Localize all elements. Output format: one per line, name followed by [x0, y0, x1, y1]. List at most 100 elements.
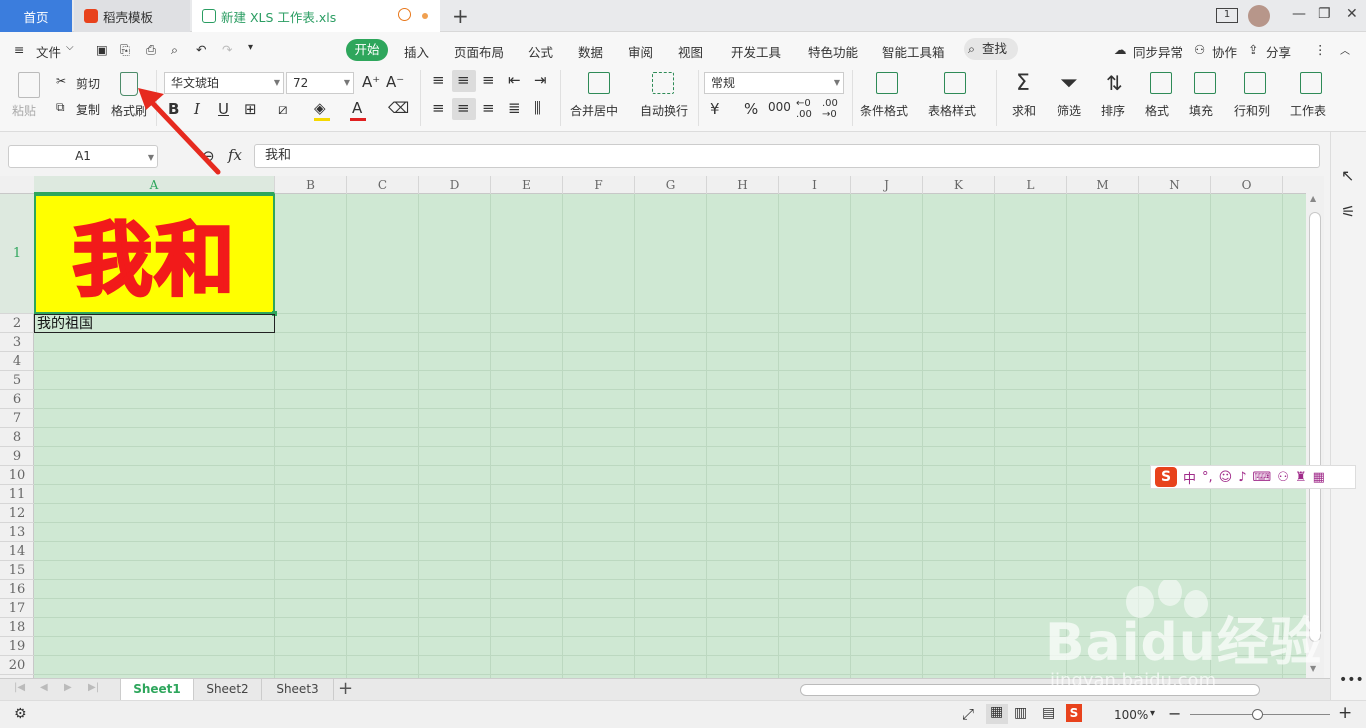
chevron-down-icon[interactable]: ⌵: [66, 42, 74, 53]
row-header-4[interactable]: 4: [0, 352, 34, 371]
undo-icon[interactable]: ↶: [196, 42, 206, 57]
worksheet-button[interactable]: 工作表: [1290, 102, 1326, 119]
column-header-g[interactable]: G: [635, 176, 707, 194]
align-middle-button[interactable]: ≡: [452, 70, 476, 92]
chevron-down-icon[interactable]: ▾: [1150, 708, 1155, 719]
fx-icon[interactable]: fx: [228, 146, 242, 164]
cell-a2[interactable]: 我的祖国: [34, 314, 275, 333]
auto-wrap-button[interactable]: 自动换行: [640, 102, 688, 119]
shirt-icon[interactable]: ♜: [1295, 470, 1307, 485]
column-header-i[interactable]: I: [779, 176, 851, 194]
indent-decrease-icon[interactable]: ⇤: [508, 71, 521, 89]
table-style-icon[interactable]: [944, 72, 966, 94]
merge-center-icon[interactable]: [588, 72, 610, 94]
row-header-5[interactable]: 5: [0, 371, 34, 390]
share-icon[interactable]: ⇪: [1248, 42, 1258, 57]
menu-developer-tools[interactable]: 开发工具: [731, 42, 781, 61]
copy-icon[interactable]: ⧉: [56, 100, 65, 115]
collab-button[interactable]: 协作: [1212, 42, 1237, 61]
sheet-tab-sheet1[interactable]: Sheet1: [120, 679, 194, 701]
column-header-j[interactable]: J: [851, 176, 923, 194]
row-header-10[interactable]: 10: [0, 466, 34, 485]
row-header-9[interactable]: 9: [0, 447, 34, 466]
sogou-tray-icon[interactable]: S: [1066, 704, 1082, 722]
menu-review[interactable]: 审阅: [628, 42, 653, 61]
first-sheet-icon[interactable]: |◀: [14, 682, 25, 693]
row-header-8[interactable]: 8: [0, 428, 34, 447]
next-sheet-icon[interactable]: ▶: [64, 682, 72, 693]
align-right-icon[interactable]: ≡: [482, 99, 495, 117]
emoji-icon[interactable]: ☺: [1219, 470, 1233, 485]
conditional-format-button[interactable]: 条件格式: [860, 102, 908, 119]
tab-daoke-templates[interactable]: 稻壳模板: [74, 0, 190, 32]
increase-decimal-icon[interactable]: ←0.00: [796, 98, 812, 120]
fill-icon[interactable]: [1194, 72, 1216, 94]
vertical-scroll-thumb[interactable]: [1309, 212, 1321, 642]
thousands-icon[interactable]: 000: [768, 100, 791, 114]
add-sheet-button[interactable]: +: [338, 678, 353, 699]
format-icon[interactable]: [1150, 72, 1172, 94]
menu-special-features[interactable]: 特色功能: [808, 42, 858, 61]
worksheet-icon[interactable]: [1300, 72, 1322, 94]
ime-mode[interactable]: 中: [1183, 468, 1196, 487]
row-header-17[interactable]: 17: [0, 599, 34, 618]
save-icon[interactable]: ▣: [96, 42, 108, 57]
hamburger-icon[interactable]: ≡: [14, 42, 24, 57]
merge-center-button[interactable]: 合并居中: [570, 102, 618, 119]
scissors-icon[interactable]: ✂: [56, 74, 66, 88]
row-header-19[interactable]: 19: [0, 637, 34, 656]
row-header-12[interactable]: 12: [0, 504, 34, 523]
column-header-m[interactable]: M: [1067, 176, 1139, 194]
minimize-icon[interactable]: —: [1292, 6, 1306, 22]
page-count-icon[interactable]: 1: [1216, 8, 1238, 23]
row-header-1[interactable]: 1: [0, 194, 34, 314]
prev-sheet-icon[interactable]: ◀: [40, 682, 48, 693]
menu-view[interactable]: 视图: [678, 42, 703, 61]
decrease-decimal-icon[interactable]: .00 →0: [822, 98, 838, 120]
sogou-logo[interactable]: S: [1155, 467, 1177, 487]
currency-icon[interactable]: ¥: [710, 100, 720, 118]
sum-icon[interactable]: Σ: [1016, 71, 1030, 96]
tab-current-file[interactable]: 新建 XLS 工作表.xls: [192, 0, 440, 32]
paste-icon[interactable]: [18, 72, 40, 98]
column-header-b[interactable]: B: [275, 176, 347, 194]
align-bottom-icon[interactable]: ≡: [482, 71, 495, 89]
fullscreen-icon[interactable]: ⤢: [962, 705, 974, 723]
fill-color-icon[interactable]: ◈: [314, 99, 326, 117]
skin-icon[interactable]: ⚇: [1277, 470, 1289, 485]
merge-style-icon[interactable]: ⧄: [278, 100, 288, 118]
zoom-in-icon[interactable]: +: [1338, 703, 1352, 723]
share-button[interactable]: 分享: [1266, 42, 1291, 61]
borders-icon[interactable]: ⊞: [244, 100, 257, 118]
column-header-a[interactable]: A: [34, 176, 275, 194]
warning-icon[interactable]: [398, 8, 411, 21]
menu-data[interactable]: 数据: [578, 42, 603, 61]
cell-a1[interactable]: 我和: [34, 194, 275, 314]
quick-access-more-icon[interactable]: ▾: [248, 42, 253, 53]
file-menu[interactable]: 文件: [36, 42, 61, 61]
macro-record-icon[interactable]: ⚙: [14, 706, 27, 722]
more-icon[interactable]: ⋮: [1314, 42, 1327, 57]
underline-icon[interactable]: U: [218, 100, 229, 118]
user-icon[interactable]: ⚇: [1194, 42, 1205, 57]
sort-icon[interactable]: ⇅: [1106, 71, 1123, 95]
bold-icon[interactable]: B: [168, 100, 179, 118]
tab-home[interactable]: 首页: [0, 0, 72, 32]
punctuation-icon[interactable]: °,: [1202, 470, 1213, 485]
format-button[interactable]: 格式: [1145, 102, 1169, 119]
indent-increase-icon[interactable]: ⇥: [534, 71, 547, 89]
print-icon[interactable]: ⎙: [146, 42, 156, 58]
paste-button[interactable]: 粘贴: [12, 102, 36, 119]
menu-smart-toolbox[interactable]: 智能工具箱: [882, 42, 945, 61]
zoom-formula-icon[interactable]: ⊖: [202, 147, 215, 165]
keyboard-icon[interactable]: ⌨: [1253, 470, 1272, 485]
row-header-14[interactable]: 14: [0, 542, 34, 561]
filter-icon[interactable]: ⏷: [1060, 71, 1078, 96]
export-icon[interactable]: ⎘: [120, 42, 130, 58]
row-header-18[interactable]: 18: [0, 618, 34, 637]
cloud-sync-icon[interactable]: ☁: [1114, 42, 1127, 57]
redo-icon[interactable]: ↷: [222, 42, 232, 57]
row-header-13[interactable]: 13: [0, 523, 34, 542]
cut-button[interactable]: 剪切: [76, 75, 100, 92]
menu-start[interactable]: 开始: [346, 39, 388, 61]
